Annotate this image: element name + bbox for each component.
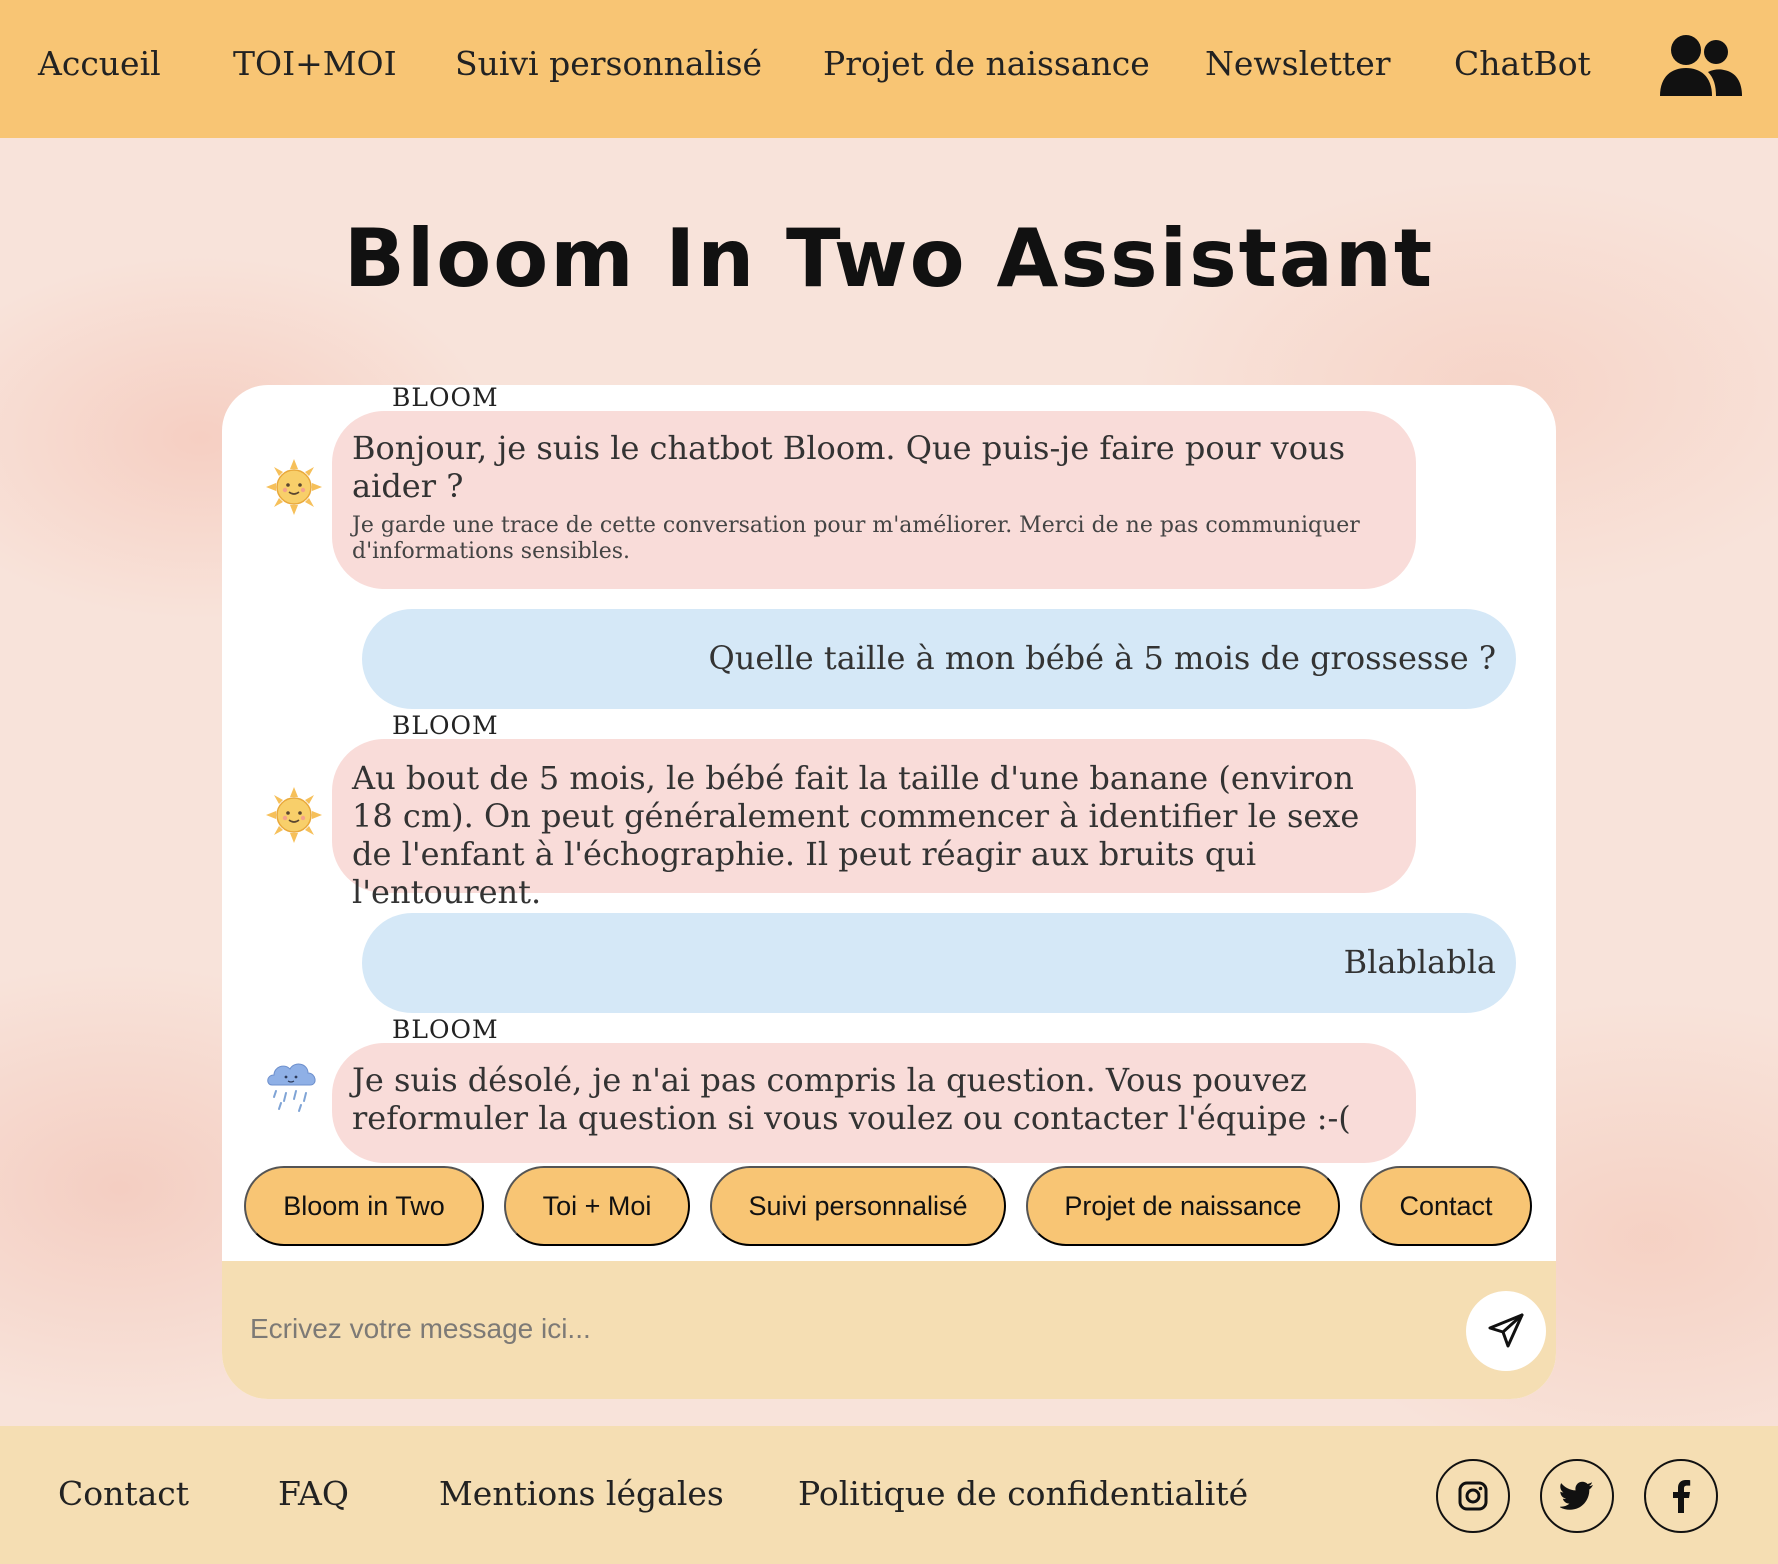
- user-message: Blablabla: [362, 913, 1516, 1013]
- footer-link-contact[interactable]: Contact: [58, 1474, 189, 1513]
- twitter-icon: [1560, 1481, 1593, 1510]
- message-input[interactable]: [250, 1301, 1350, 1357]
- rain-cloud-icon: [262, 1055, 322, 1115]
- send-icon: [1488, 1313, 1524, 1348]
- quick-reply-toi-moi[interactable]: Toi + Moi: [504, 1166, 690, 1246]
- bot-message: Je suis désolé, je n'ai pas compris la q…: [332, 1043, 1416, 1163]
- sender-label: BLOOM: [392, 385, 499, 412]
- footer-link-politique-confidentialite[interactable]: Politique de confidentialité: [798, 1474, 1248, 1513]
- quick-replies: Bloom in Two Toi + Moi Suivi personnalis…: [222, 1166, 1556, 1248]
- message-text: Blablabla: [1343, 943, 1496, 981]
- instagram-button[interactable]: [1436, 1459, 1510, 1533]
- message-text: Bonjour, je suis le chatbot Bloom. Que p…: [352, 429, 1346, 505]
- nav-accueil[interactable]: Accueil: [38, 44, 161, 83]
- quick-reply-suivi-personnalise[interactable]: Suivi personnalisé: [710, 1166, 1006, 1246]
- nav-newsletter[interactable]: Newsletter: [1205, 44, 1391, 83]
- top-navigation: Accueil TOI+MOI Suivi personnalisé Proje…: [0, 0, 1778, 138]
- sun-icon: [264, 785, 324, 845]
- sender-label: BLOOM: [392, 711, 499, 740]
- facebook-button[interactable]: [1644, 1459, 1718, 1533]
- footer-link-mentions-legales[interactable]: Mentions légales: [439, 1474, 724, 1513]
- nav-chatbot[interactable]: ChatBot: [1454, 44, 1591, 83]
- nav-projet-de-naissance[interactable]: Projet de naissance: [823, 44, 1150, 83]
- instagram-icon: [1458, 1481, 1488, 1511]
- message-composer: [222, 1261, 1556, 1399]
- users-icon[interactable]: [1658, 32, 1742, 102]
- nav-suivi-personnalise[interactable]: Suivi personnalisé: [455, 44, 762, 83]
- send-button[interactable]: [1466, 1291, 1546, 1371]
- quick-reply-projet-de-naissance[interactable]: Projet de naissance: [1026, 1166, 1340, 1246]
- footer: Contact FAQ Mentions légales Politique d…: [0, 1426, 1778, 1564]
- message-text: Je suis désolé, je n'ai pas compris la q…: [352, 1061, 1351, 1137]
- bot-message: Bonjour, je suis le chatbot Bloom. Que p…: [332, 411, 1416, 589]
- twitter-button[interactable]: [1540, 1459, 1614, 1533]
- privacy-notice: Je garde une trace de cette conversation…: [352, 513, 1360, 564]
- quick-reply-contact[interactable]: Contact: [1360, 1166, 1532, 1246]
- footer-link-faq[interactable]: FAQ: [278, 1474, 349, 1513]
- chat-window: BLOOM Bonjour, je suis le chatbot Bloom.…: [222, 385, 1556, 1399]
- sender-label: BLOOM: [392, 1015, 499, 1044]
- user-message: Quelle taille à mon bébé à 5 mois de gro…: [362, 609, 1516, 709]
- message-text: Au bout de 5 mois, le bébé fait la taill…: [352, 759, 1360, 911]
- sun-icon: [264, 457, 324, 517]
- facebook-icon: [1673, 1480, 1691, 1513]
- nav-toi-moi[interactable]: TOI+MOI: [233, 44, 397, 83]
- message-text: Quelle taille à mon bébé à 5 mois de gro…: [708, 639, 1496, 677]
- bot-message: Au bout de 5 mois, le bébé fait la taill…: [332, 739, 1416, 911]
- quick-reply-bloom-in-two[interactable]: Bloom in Two: [244, 1166, 484, 1246]
- page-title: Bloom In Two Assistant: [343, 212, 1435, 305]
